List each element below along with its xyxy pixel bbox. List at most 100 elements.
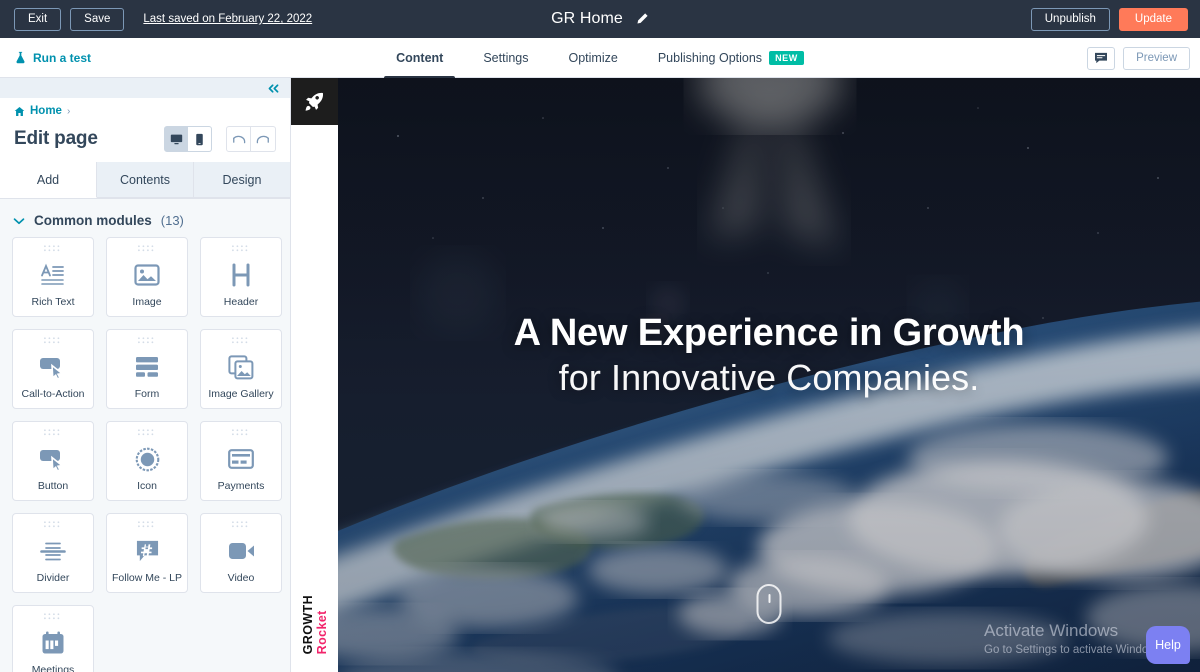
module-label: Icon [137,480,157,493]
icon-icon [135,437,160,481]
module-label: Form [134,388,160,401]
home-icon [14,106,25,117]
sidebar-tab-add[interactable]: Add [0,162,97,198]
nav-bar-right-group: Preview [1087,38,1190,78]
form-icon [135,345,159,389]
page-preview-canvas[interactable]: A New Experience in Growth for Innovativ… [291,78,1200,672]
module-label: Image [132,296,162,309]
rocket-icon[interactable] [291,78,338,125]
module-card-image-gallery[interactable]: Image Gallery [200,329,282,409]
sidebar-header: Home › Edit page [0,98,290,162]
collapse-sidebar-button[interactable] [0,78,290,98]
image-gallery-icon [228,345,254,389]
tab-publishing-options-label: Publishing Options [657,51,763,65]
module-label: Divider [36,572,70,585]
module-card-divider[interactable]: Divider [12,513,94,593]
tab-settings-label: Settings [483,51,529,65]
undo-arrow-icon[interactable] [226,126,251,152]
tab-publishing-options[interactable]: Publishing Options NEW [638,38,824,78]
module-card-image[interactable]: Image [106,237,188,317]
hero-headline-line-1: A New Experience in Growth [513,312,1025,354]
module-card-icon[interactable]: Icon [106,421,188,501]
tab-optimize-label: Optimize [568,51,618,65]
meetings-icon [41,621,65,665]
sidebar-tab-design[interactable]: Design [194,162,290,198]
sidebar-tab-contents[interactable]: Contents [97,162,194,198]
tab-content-label: Content [396,51,444,65]
history-group [226,126,276,152]
double-chevron-left-icon [267,83,280,94]
module-card-video[interactable]: Video [200,513,282,593]
breadcrumb: Home › [14,105,276,117]
divider-icon [40,529,66,573]
viewport-toggle-group [164,126,212,152]
nav-bar: Run a test Content Settings Optimize Pub… [0,38,1200,79]
hero-headline-line-2: for Innovative Companies. [558,356,980,398]
button-icon [39,437,67,481]
module-card-header[interactable]: Header [200,237,282,317]
left-sidebar: Home › Edit page Add Contents Design Com… [0,78,291,672]
pencil-icon[interactable] [635,12,649,26]
header-icon [230,253,252,297]
exit-button[interactable]: Exit [14,7,62,31]
hero-headline: A New Experience in Growth for Innovativ… [338,312,1200,400]
module-card-form[interactable]: Form [106,329,188,409]
top-bar-left-group: Exit Save Last saved on February 22, 202… [0,7,312,31]
scroll-mouse-icon[interactable] [756,584,782,624]
last-saved-link[interactable]: Last saved on February 22, 2022 [143,13,312,25]
redo-arrow-icon[interactable] [251,126,276,152]
brand-rocket-text: Rocket [314,609,329,654]
nav-tab-list: Content Settings Optimize Publishing Opt… [0,38,1200,79]
image-icon [134,253,160,297]
breadcrumb-home-link[interactable]: Home [30,105,62,117]
unpublish-button[interactable]: Unpublish [1030,7,1110,31]
module-grid: Rich Text Image Header Call-to-Action Fo… [0,237,290,672]
breadcrumb-separator: › [66,105,71,117]
module-card-payments[interactable]: Payments [200,421,282,501]
rich-text-icon [40,253,66,297]
module-label: Header [223,296,259,309]
sidebar-title: Edit page [14,128,98,149]
save-button[interactable]: Save [70,7,125,31]
module-label: Video [227,572,255,585]
common-modules-section-header[interactable]: Common modules (13) [0,199,290,237]
sidebar-tab-list: Add Contents Design [0,162,290,199]
update-button[interactable]: Update [1118,7,1188,31]
common-modules-count: (13) [160,213,184,228]
chevron-down-icon [13,217,25,225]
module-label: Button [37,480,69,493]
follow-me-icon [135,529,160,573]
video-icon [228,529,255,573]
sidebar-title-row: Edit page [14,126,276,152]
brand-growth-text: GROWTH [300,594,315,654]
desktop-icon[interactable] [164,126,188,152]
new-badge: NEW [769,51,804,65]
tab-optimize[interactable]: Optimize [549,38,638,78]
module-label: Call-to-Action [21,388,85,401]
module-label: Meetings [31,664,75,672]
mobile-icon[interactable] [188,126,212,152]
payments-icon [228,437,254,481]
module-label: Payments [217,480,265,493]
module-card-call-to-action[interactable]: Call-to-Action [12,329,94,409]
page-editor-app: Exit Save Last saved on February 22, 202… [0,0,1200,672]
top-bar: Exit Save Last saved on February 22, 202… [0,0,1200,38]
cta-icon [39,345,67,389]
tab-settings[interactable]: Settings [463,38,548,78]
tab-content[interactable]: Content [376,38,463,79]
preview-button[interactable]: Preview [1123,46,1190,70]
module-card-rich-text[interactable]: Rich Text [12,237,94,317]
site-brand-vertical: GROWTH Rocket [291,595,338,654]
module-card-meetings[interactable]: Meetings [12,605,94,672]
module-card-button[interactable]: Button [12,421,94,501]
comment-icon[interactable] [1087,46,1116,70]
hero-section[interactable]: A New Experience in Growth for Innovativ… [338,78,1200,672]
page-title: GR Home [551,10,623,27]
module-label: Rich Text [31,296,75,309]
module-label: Follow Me - LP [111,572,183,585]
top-bar-right-group: Unpublish Update [1030,0,1188,38]
help-button[interactable]: Help [1146,626,1190,664]
site-left-rail: GROWTH Rocket [291,78,338,672]
module-card-follow-me-lp[interactable]: Follow Me - LP [106,513,188,593]
common-modules-title: Common modules [34,213,152,228]
